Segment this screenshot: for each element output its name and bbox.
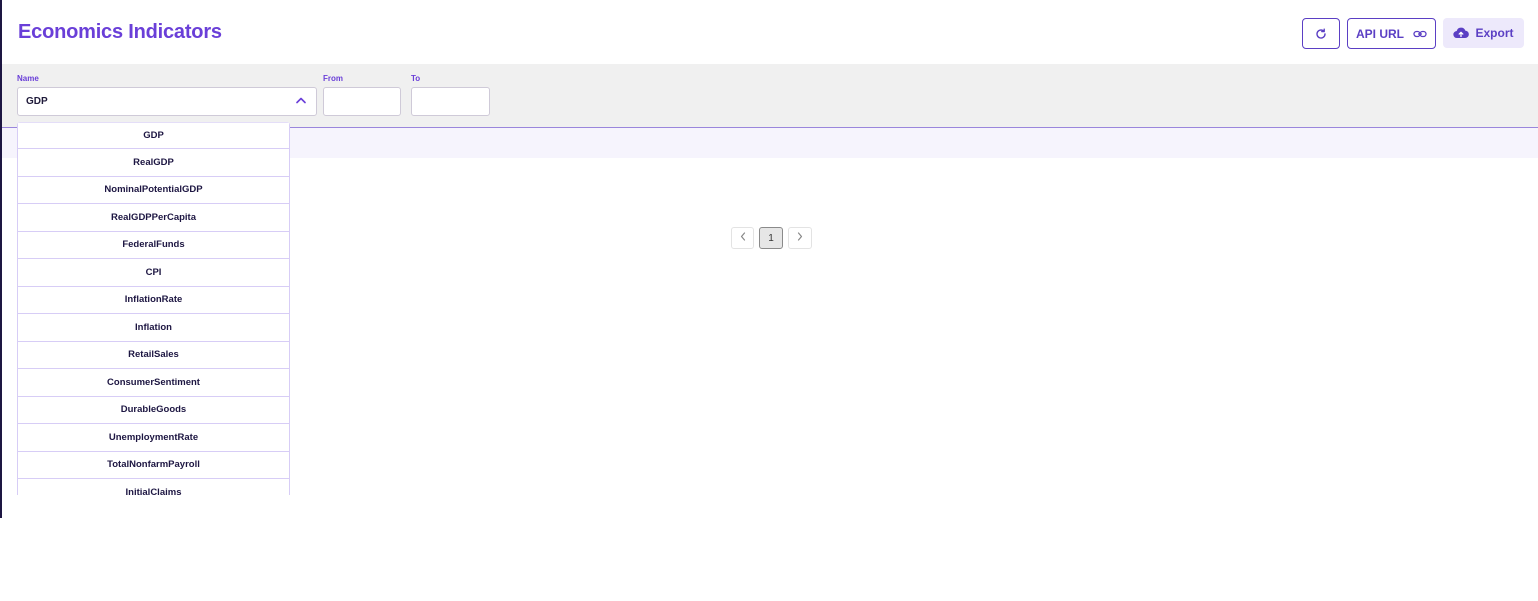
dropdown-option-gdp[interactable]: GDP [17,122,290,149]
dropdown-option-totalnonfarmpayroll[interactable]: TotalNonfarmPayroll [17,450,290,479]
api-url-button[interactable]: API URL [1347,18,1436,49]
name-filter-label: Name [17,74,39,83]
dropdown-option-realgdppercapita[interactable]: RealGDPPerCapita [17,203,290,232]
page-title: Economics Indicators [18,21,222,43]
cloud-upload-icon [1453,27,1470,39]
dropdown-option-federalfunds[interactable]: FederalFunds [17,230,290,259]
link-icon [1413,29,1427,39]
export-label: Export [1475,26,1514,40]
pagination-prev-button[interactable] [731,227,754,249]
chevron-left-icon [740,232,746,244]
dropdown-option-durablegoods[interactable]: DurableGoods [17,395,290,424]
to-filter-label: To [411,74,421,83]
pagination-next-button[interactable] [788,227,812,249]
refresh-button[interactable] [1302,18,1340,49]
dropdown-option-inflationrate[interactable]: InflationRate [17,285,290,314]
to-date-input[interactable] [411,87,490,116]
export-button[interactable]: Export [1443,18,1524,48]
from-filter-label: From [323,74,343,83]
dropdown-option-unemploymentrate[interactable]: UnemploymentRate [17,423,290,452]
dropdown-option-inflation[interactable]: Inflation [17,313,290,342]
chevron-up-icon [296,96,306,107]
dropdown-option-consumersentiment[interactable]: ConsumerSentiment [17,368,290,397]
dropdown-option-retailsales[interactable]: RetailSales [17,340,290,369]
name-select[interactable]: GDP [17,87,317,116]
dropdown-option-realgdp[interactable]: RealGDP [17,148,290,177]
pagination-page-button[interactable]: 1 [759,227,783,249]
dropdown-option-cpi[interactable]: CPI [17,258,290,287]
api-url-label: API URL [1356,26,1404,41]
dropdown-option-nominalpotentialgdp[interactable]: NominalPotentialGDP [17,175,290,204]
dropdown-option-initialclaims[interactable]: InitialClaims [17,478,290,495]
name-dropdown-list: GDP RealGDP NominalPotentialGDP RealGDPP… [17,122,290,495]
chevron-right-icon [797,232,803,244]
refresh-icon [1315,28,1327,40]
from-date-input[interactable] [323,87,401,116]
name-select-value: GDP [26,96,48,107]
